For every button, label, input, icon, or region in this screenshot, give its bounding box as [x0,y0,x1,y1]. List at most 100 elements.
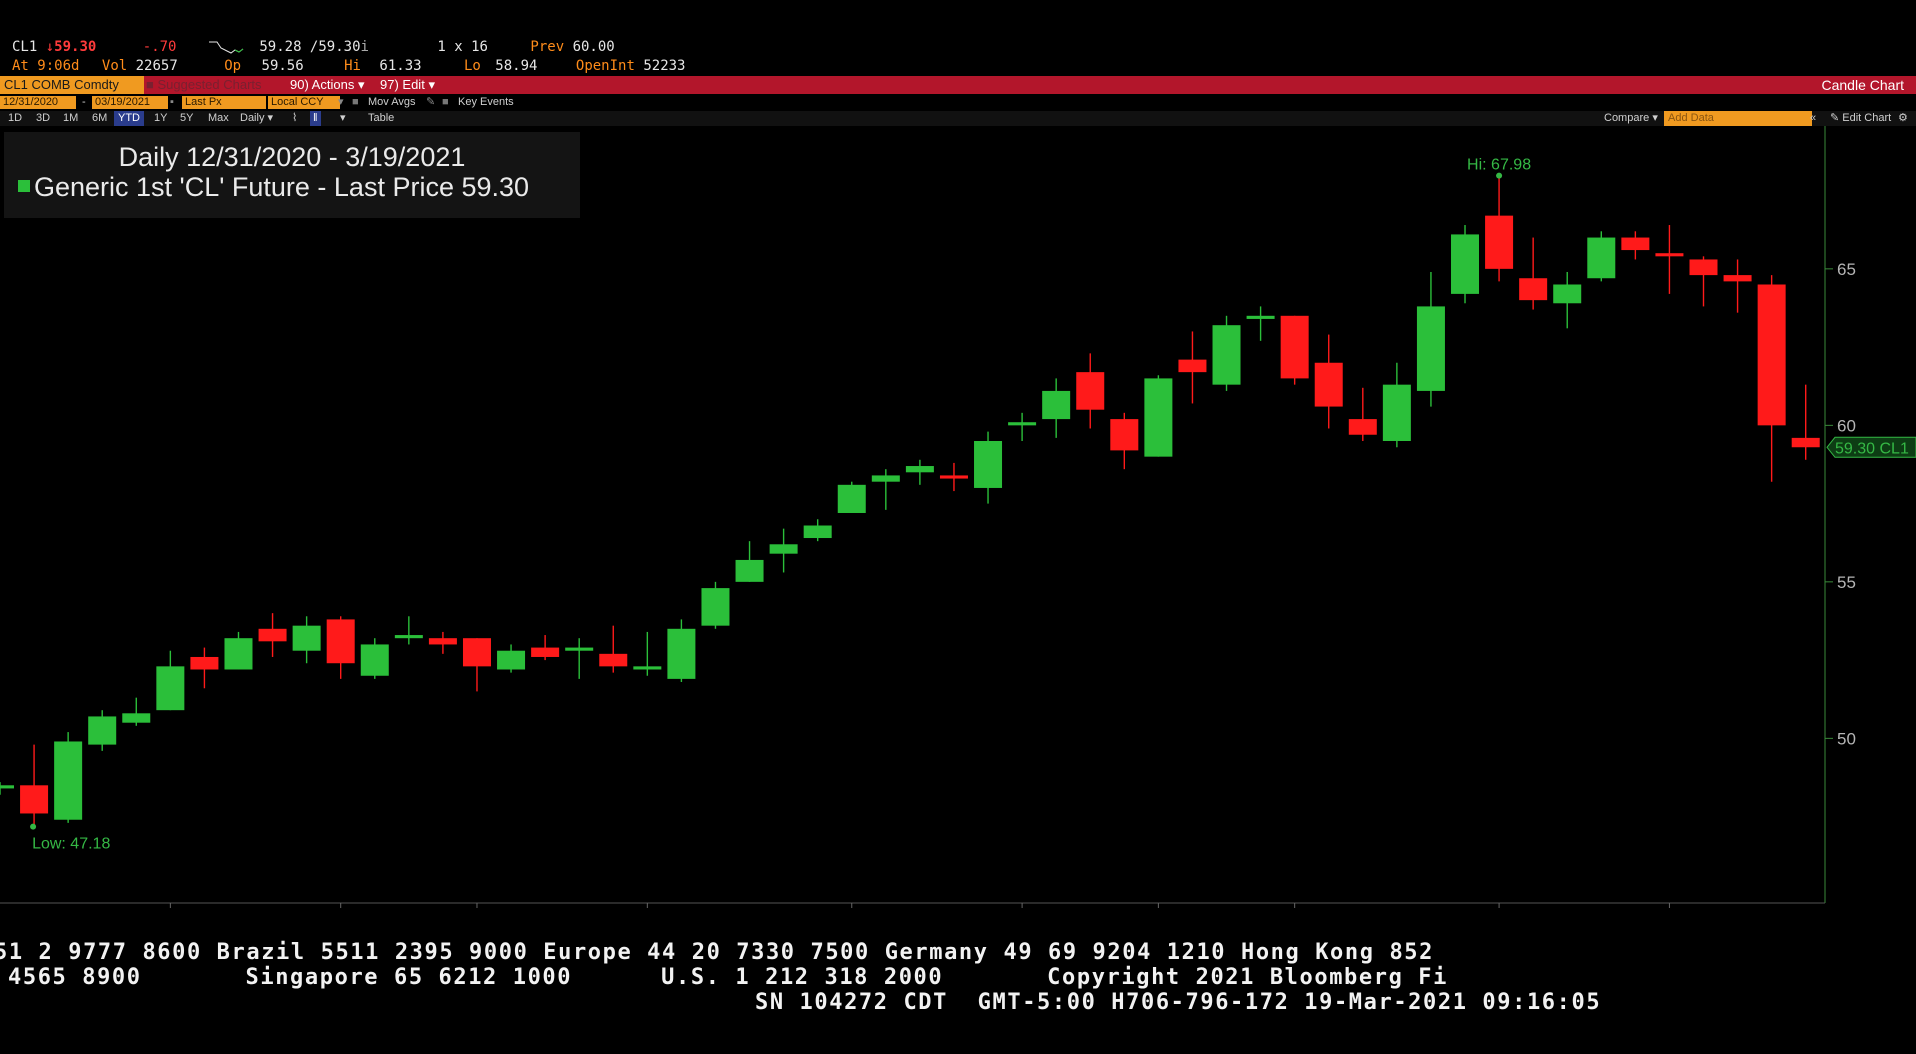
time-label: At [12,58,29,74]
candle-body [735,559,764,582]
candle-body [258,628,287,642]
ticker-symbol[interactable]: CL1 [12,39,37,55]
table-button[interactable]: Table [368,111,394,126]
field-selector[interactable]: Last Px [182,96,266,109]
pencil-icon: ✎ [1830,112,1840,124]
candle-body [190,656,219,670]
last-price: 59.30 [54,39,97,55]
suggested-charts-button[interactable]: ■ Suggested Charts [146,76,262,94]
down-arrow-icon: ↓ [45,39,55,55]
candle-body [428,638,457,645]
candle-body [1212,325,1241,385]
y-tick-label: 55 [1837,573,1856,592]
suggested-icon: ■ [146,77,154,92]
candle-body [497,650,526,670]
candle-body [1144,378,1173,457]
dropdown-arrow-icon: ▾ [1652,112,1658,124]
actions-menu[interactable]: 90) Actions ▾ [290,76,364,94]
low-annotation: Low: 47.18 [32,836,110,853]
range-1d[interactable]: 1D [8,111,22,126]
start-date-field[interactable]: 12/31/2020 [0,96,76,109]
candle-body [1178,359,1207,373]
candle-body [122,713,151,723]
key-events-label: Key Events [458,96,514,108]
candle-body [20,785,49,814]
currency-dropdown-icon[interactable]: ▾ [338,96,344,109]
candle-body [1280,315,1309,379]
intraday-sparkline-icon [208,41,244,54]
candle-body [54,741,83,820]
key-events-checkbox[interactable]: ■ [442,96,449,109]
legend-series-name: Generic 1st 'CL' Future - Last Price [34,172,454,202]
candle-body [905,466,934,473]
add-data-input[interactable]: Add Data [1664,111,1812,126]
candle-body [1485,215,1514,269]
y-tick-label: 60 [1837,416,1856,435]
pencil-icon[interactable]: ✎ [426,96,435,109]
x-tick-label: Jan 15 [317,909,365,910]
calendar-icon[interactable]: ▪ [170,96,174,109]
low-price: 58.94 [495,58,538,74]
volume-label: Vol [101,58,128,74]
settings-gear-icon[interactable]: ⚙ [1898,111,1908,126]
x-tick-label: Feb 22 [1133,909,1183,910]
prev-close: 60.00 [572,39,615,55]
candle-body [701,588,730,626]
edit-label: 97) Edit [380,77,425,92]
candle-body [1723,275,1752,282]
mov-avgs-checkbox[interactable]: ■ [352,96,359,109]
compare-menu[interactable]: Compare ▾ [1604,111,1658,126]
open-label: Op [224,58,242,74]
candle-body [156,666,185,711]
candle-body [1757,284,1786,426]
quote-time: 9:06 [37,58,72,74]
footer-contacts-line-2: 4565 8900 Singapore 65 6212 1000 U.S. 1 … [8,965,1448,990]
chart-controls-row: 12/31/2020 - 03/19/2021 ▪ Last Px Local … [0,95,1916,110]
range-max[interactable]: Max [208,111,229,126]
footer-session-info: SN 104272 CDT GMT-5:00 H706-796-172 19-M… [755,990,1602,1015]
bid-ask: 59.28 /59.30 [259,39,361,55]
range-1m[interactable]: 1M [63,111,78,126]
end-date-field[interactable]: 03/19/2021 [92,96,168,109]
range-6m[interactable]: 6M [92,111,107,126]
date-separator: - [82,96,86,108]
quote-line-2: At 9:06d Vol 22657 Op 59.56 Hi 61.33 Lo … [12,58,686,74]
more-options-icon[interactable]: ▾ [340,111,346,126]
range-5y[interactable]: 5Y [180,111,193,126]
candle-body [224,638,253,670]
candle-body [1689,259,1718,276]
dropdown-arrow-icon: ▾ [428,77,435,92]
edit-menu[interactable]: 97) Edit ▾ [380,76,435,94]
range-ytd[interactable]: YTD [114,111,144,126]
quote-line-1: CL1 ↓59.30 -.70 59.28 /59.30i 1 x 16 Pre… [12,39,615,55]
candle-body [1416,306,1445,391]
high-price: 61.33 [379,58,422,74]
edit-chart-button[interactable]: ✎ Edit Chart [1830,111,1891,126]
period-selector[interactable]: Daily ▾ [240,111,273,126]
range-1y[interactable]: 1Y [154,111,167,126]
candle-body [1587,237,1616,279]
x-tick-label: Mar 8 [1479,909,1520,910]
candle-style-icon[interactable]: ‖ [310,111,321,126]
candle-body [326,619,355,664]
x-tick-label: Jan 29 [623,909,671,910]
candle-body [394,635,423,639]
candle-body [360,644,389,676]
line-style-icon[interactable]: ⌇ [292,111,297,126]
candle-chart[interactable]: 50 55 60 65 Jan 8 Jan 15 Jan 22 Jan 29 Feb 8 Feb … [0,126,1916,910]
currency-selector[interactable]: Local CCY [268,96,340,109]
candle-body [1348,419,1377,435]
collapse-icon[interactable]: « [1810,111,1816,126]
candle-body [1042,390,1071,420]
candle-body [1246,315,1275,319]
range-3d[interactable]: 3D [36,111,50,126]
candle-body [633,666,662,670]
security-field[interactable]: CL1 COMB Comdty [0,76,144,94]
legend-last-price: 59.30 [461,172,530,202]
legend-series: Generic 1st 'CL' Future - Last Price 59.… [18,172,529,203]
prev-label: Prev [530,39,565,55]
x-tick-label: Jan 22 [453,909,501,910]
candle-body [292,625,321,651]
actions-label: 90) Actions [290,77,355,92]
dropdown-arrow-icon: ▾ [267,112,274,124]
